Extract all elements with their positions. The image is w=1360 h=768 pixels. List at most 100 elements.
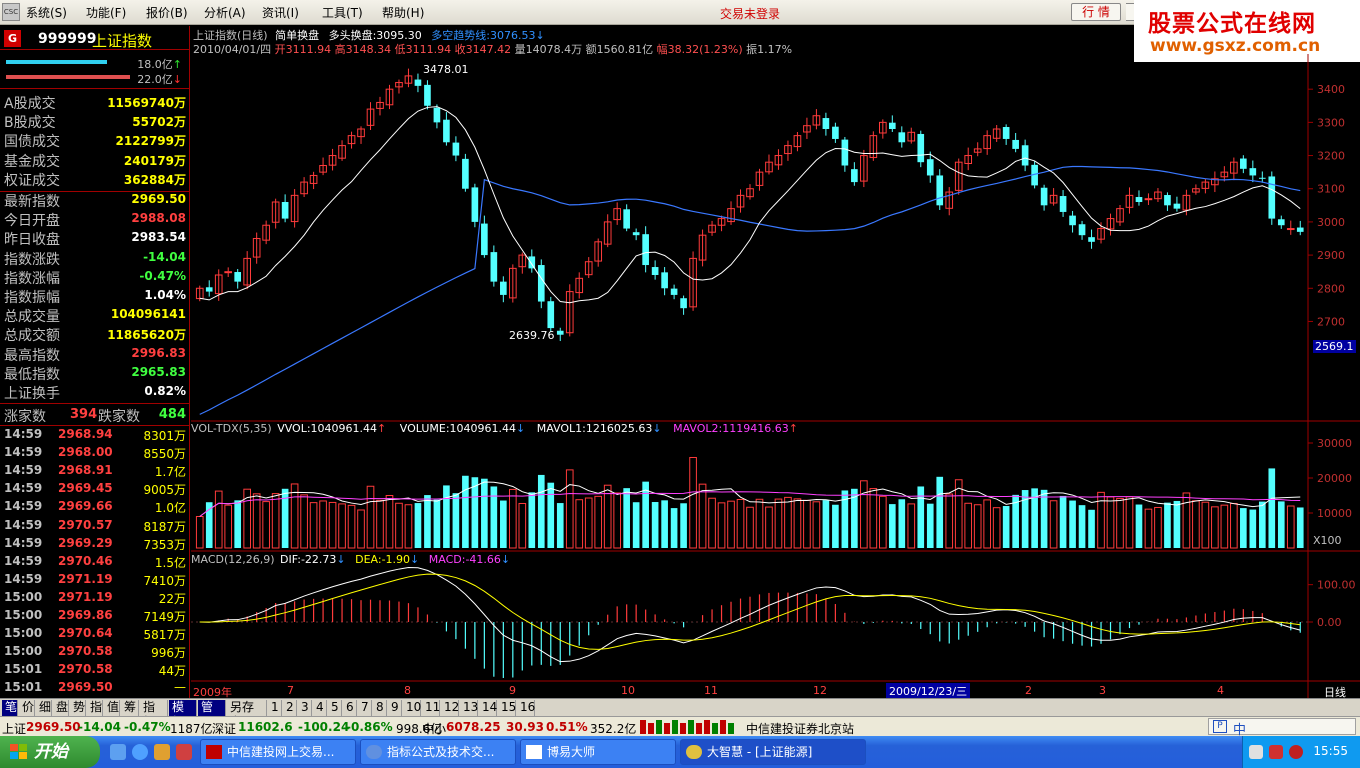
tick-volume: 9005万	[143, 483, 186, 498]
tab-16[interactable]: 5	[328, 700, 342, 716]
candle-body	[1268, 176, 1276, 219]
tick-price: 2971.19	[58, 589, 113, 604]
tab-19[interactable]: 8	[373, 700, 387, 716]
stat-value: 2983.54	[131, 230, 186, 245]
volume-bar	[774, 498, 783, 549]
tick-row: 15:01 2970.58 44万	[0, 661, 190, 679]
candle-body	[898, 132, 906, 143]
tick-volume: 8301万	[143, 429, 186, 443]
vol-mavol2: MAVOL2:1119416.63	[673, 422, 789, 435]
volume-bar	[1002, 506, 1010, 548]
task-indicator-formula[interactable]: 指标公式及技术交...	[360, 739, 516, 765]
volume-bar	[926, 503, 934, 548]
tab-5[interactable]: 指	[87, 700, 103, 716]
tick-time: 15:00	[4, 626, 43, 641]
tab-2[interactable]: 细	[36, 700, 52, 716]
volume-bar	[869, 488, 878, 549]
volume-bar	[262, 501, 270, 549]
sh-change: -14.04	[78, 720, 121, 734]
menu-quote[interactable]: 报价(B)	[146, 4, 188, 21]
tab-22[interactable]: 11	[422, 700, 440, 716]
stat-value: 104096141	[110, 307, 186, 322]
start-button[interactable]: 开始	[0, 736, 100, 768]
index-info-panel: G 999999 上证指数 18.0亿↑ 22.0亿↓ A股成交 11569740万…	[0, 26, 190, 718]
breadth-bar	[688, 720, 694, 734]
tab-14[interactable]: 3	[298, 700, 312, 716]
tab-4[interactable]: 势	[70, 700, 86, 716]
x-month-label: 10	[621, 684, 635, 697]
task-boyi[interactable]: 博易大师	[520, 739, 676, 765]
tab-10[interactable]: 管理	[198, 700, 226, 729]
menu-system[interactable]: 系统(S)	[26, 4, 67, 21]
volume-bar	[1144, 508, 1153, 549]
tab-21[interactable]: 10	[403, 700, 421, 716]
volume-bar	[803, 499, 811, 549]
kline-chart[interactable]: 2700 2800 2900 3000 3100 3200 3300 3400 10000 200…	[191, 26, 1360, 698]
tab-24[interactable]: 13	[460, 700, 478, 716]
stat-row: 最低指数 2965.83	[0, 363, 190, 383]
menu-help[interactable]: 帮助(H)	[382, 4, 424, 21]
tick-price: 2970.58	[58, 662, 113, 677]
login-status: 交易未登录	[720, 7, 781, 21]
volume-bar	[385, 495, 394, 549]
tab-17[interactable]: 6	[343, 700, 357, 716]
menu-info[interactable]: 资讯(I)	[262, 4, 299, 21]
volume-bar	[736, 498, 745, 549]
volume-bar-value: 22.0亿↓	[137, 71, 182, 87]
menu-function[interactable]: 功能(F)	[86, 4, 126, 21]
tray-ime-icon[interactable]	[1249, 745, 1263, 759]
task-dazhihui[interactable]: 大智慧 - [上证能源]	[680, 739, 866, 765]
tray-network-icon[interactable]	[1269, 745, 1283, 759]
tab-0[interactable]: 笔	[2, 700, 18, 716]
ime-toolbar[interactable]: P 中	[1208, 718, 1356, 738]
volume-bar	[661, 500, 668, 548]
candle-body	[1296, 227, 1304, 232]
quicklaunch-app-icon[interactable]	[176, 744, 192, 760]
menu-analysis[interactable]: 分析(A)	[204, 4, 246, 21]
candle-body	[500, 281, 507, 295]
bar-arrow-icon: ↓	[172, 73, 182, 86]
candle-body	[1021, 145, 1029, 166]
stat-label: 上证换手	[4, 386, 60, 402]
tab-23[interactable]: 12	[441, 700, 459, 716]
tab-7[interactable]: 筹	[121, 700, 139, 716]
candle-body	[623, 209, 630, 229]
quicklaunch-ie-icon[interactable]	[132, 744, 148, 760]
tab-12[interactable]: 1	[268, 700, 282, 716]
zx-label: 中小	[422, 722, 447, 736]
tab-1[interactable]: 价	[19, 700, 35, 716]
volume-bar	[518, 502, 527, 549]
quicklaunch-desktop-icon[interactable]	[110, 744, 126, 760]
quicklaunch-folder-icon[interactable]	[154, 744, 170, 760]
task-citic-trading[interactable]: 中信建投网上交易...	[200, 739, 356, 765]
trend-line	[199, 165, 1301, 415]
menu-tools[interactable]: 工具(T)	[322, 4, 363, 21]
candle-body	[680, 298, 687, 309]
volume-bar	[603, 484, 612, 549]
tab-9[interactable]: 模板	[169, 700, 197, 729]
tab-26[interactable]: 15	[498, 700, 516, 716]
tab-6[interactable]: 值	[104, 700, 120, 716]
tab-15[interactable]: 4	[313, 700, 327, 716]
quote-button[interactable]: 行 情	[1071, 3, 1121, 21]
tray-shield-icon[interactable]	[1289, 745, 1303, 759]
tab-11[interactable]: 另存为	[227, 700, 267, 729]
candle-body	[670, 288, 678, 295]
tab-27[interactable]: 16	[517, 700, 535, 716]
tab-13[interactable]: 2	[283, 700, 297, 716]
candle-body	[452, 142, 460, 156]
stat-row: 最高指数 2996.83	[0, 344, 190, 364]
tab-25[interactable]: 14	[479, 700, 497, 716]
breadth-bar	[712, 723, 718, 734]
stat-value: 2988.08	[131, 211, 186, 226]
candle-body	[1002, 127, 1010, 139]
tick-row: 14:59 2969.29 7353万	[0, 535, 190, 553]
tab-8[interactable]: 指标	[140, 700, 168, 729]
chart-area[interactable]: 上证指数(日线) 简单换盘 多头换盘:3095.30 多空趋势线:3076.53…	[191, 26, 1360, 699]
candle-body	[1135, 197, 1143, 202]
index-header: G 999999 上证指数	[0, 28, 190, 50]
volume-bar	[481, 478, 488, 548]
tab-3[interactable]: 盘	[53, 700, 69, 716]
tab-18[interactable]: 7	[358, 700, 372, 716]
tab-20[interactable]: 9	[388, 700, 402, 716]
